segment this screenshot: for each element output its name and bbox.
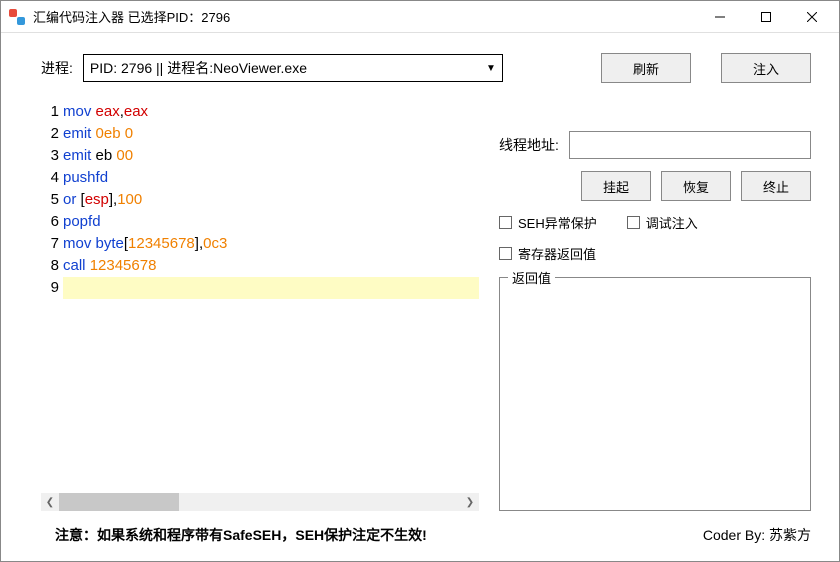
editor-wrap: 1mov eax,eax2emit 0eb 03emit eb 004pushf… [41,101,479,511]
inject-button[interactable]: 注入 [721,53,811,83]
mid-row: 1mov eax,eax2emit 0eb 03emit eb 004pushf… [41,101,811,511]
process-label: 进程: [41,58,73,78]
code-content [63,277,479,299]
options-row-1: SEH异常保护 调试注入 [499,213,811,232]
scroll-right-arrow[interactable]: ❯ [461,493,479,511]
footer-credit: Coder By: 苏紫方 [703,525,811,545]
code-line[interactable]: 5or [esp],100 [41,189,479,211]
code-content: or [esp],100 [63,189,142,211]
window-title: 汇编代码注入器 已选择PID：2796 [33,7,697,26]
refresh-button[interactable]: 刷新 [601,53,691,83]
code-content: call 12345678 [63,255,156,277]
line-number: 5 [41,189,59,211]
line-number: 1 [41,101,59,123]
line-number: 8 [41,255,59,277]
thread-address-input[interactable] [569,131,811,159]
app-window: 汇编代码注入器 已选择PID：2796 进程: PID: 2796 || 进程名… [0,0,840,562]
code-line[interactable]: 1mov eax,eax [41,101,479,123]
terminate-button[interactable]: 终止 [741,171,811,201]
code-content: emit 0eb 0 [63,123,133,145]
debuginject-label: 调试注入 [646,213,698,232]
checkbox-icon [499,247,512,260]
code-content: emit eb 00 [63,145,133,167]
line-number: 3 [41,145,59,167]
close-button[interactable] [789,2,835,32]
right-panel: 线程地址: 挂起 恢复 终止 SEH异常保护 调试注入 寄存器返回值 返回值 [499,101,811,511]
code-content: mov byte[12345678],0c3 [63,233,227,255]
line-number: 4 [41,167,59,189]
scroll-track[interactable] [59,493,461,511]
code-content: popfd [63,211,101,233]
minimize-button[interactable] [697,2,743,32]
app-icon [9,9,25,25]
footer-note: 注意：如果系统和程序带有SafeSEH，SEH保护注定不生效! [55,525,427,545]
scroll-thumb[interactable] [59,493,179,511]
horizontal-scrollbar[interactable]: ❮ ❯ [41,493,479,511]
code-line[interactable]: 7mov byte[12345678],0c3 [41,233,479,255]
suspend-button[interactable]: 挂起 [581,171,651,201]
line-number: 9 [41,277,59,299]
thread-address-row: 线程地址: [499,131,811,159]
line-number: 2 [41,123,59,145]
scroll-left-arrow[interactable]: ❮ [41,493,59,511]
seh-checkbox[interactable]: SEH异常保护 [499,213,597,232]
code-line[interactable]: 8call 12345678 [41,255,479,277]
process-dropdown[interactable]: PID: 2796 || 进程名:NeoViewer.exe [83,54,503,82]
debuginject-checkbox[interactable]: 调试注入 [627,213,698,232]
line-number: 6 [41,211,59,233]
code-line[interactable]: 6popfd [41,211,479,233]
checkbox-icon [499,216,512,229]
regreturn-label: 寄存器返回值 [518,244,596,263]
options-row-2: 寄存器返回值 [499,244,811,263]
process-row: 进程: PID: 2796 || 进程名:NeoViewer.exe 刷新 注入 [41,53,811,83]
footer: 注意：如果系统和程序带有SafeSEH，SEH保护注定不生效! Coder By… [41,511,811,551]
checkbox-icon [627,216,640,229]
content: 进程: PID: 2796 || 进程名:NeoViewer.exe 刷新 注入… [1,33,839,561]
code-content: mov eax,eax [63,101,148,123]
thread-buttons: 挂起 恢复 终止 [499,171,811,201]
thread-address-label: 线程地址: [499,135,559,155]
regreturn-checkbox[interactable]: 寄存器返回值 [499,244,596,263]
process-selected: PID: 2796 || 进程名:NeoViewer.exe [90,58,307,78]
code-editor[interactable]: 1mov eax,eax2emit 0eb 03emit eb 004pushf… [41,101,479,489]
code-line[interactable]: 4pushfd [41,167,479,189]
titlebar: 汇编代码注入器 已选择PID：2796 [1,1,839,33]
code-line[interactable]: 9 [41,277,479,299]
code-content: pushfd [63,167,108,189]
line-number: 7 [41,233,59,255]
return-value-groupbox: 返回值 [499,277,811,511]
seh-label: SEH异常保护 [518,213,597,232]
return-value-legend: 返回值 [508,268,555,287]
window-controls [697,2,835,32]
maximize-button[interactable] [743,2,789,32]
resume-button[interactable]: 恢复 [661,171,731,201]
code-line[interactable]: 2emit 0eb 0 [41,123,479,145]
code-line[interactable]: 3emit eb 00 [41,145,479,167]
